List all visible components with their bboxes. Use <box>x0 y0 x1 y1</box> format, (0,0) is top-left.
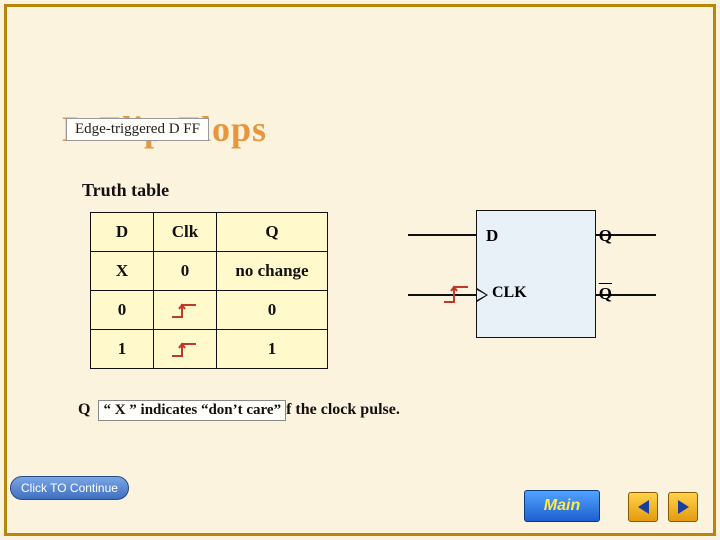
footnote: Q “ X ” indicates “don’t care”f the cloc… <box>78 400 400 421</box>
cell-clk <box>154 291 217 330</box>
footnote-box: “ X ” indicates “don’t care” <box>98 400 286 421</box>
cell-clk: 0 <box>154 252 217 291</box>
slide-subtitle-box: Edge-triggered D FF <box>66 118 209 141</box>
table-row: 0 0 <box>91 291 328 330</box>
cell-q: 1 <box>217 330 328 369</box>
arrow-left-icon <box>638 500 649 514</box>
title-area: D Flip-Flops Edge-triggered D FF <box>62 108 267 150</box>
pin-label-d: D <box>486 226 498 246</box>
rising-edge-icon <box>170 340 200 360</box>
footnote-tail: f the clock pulse. <box>286 401 400 418</box>
pin-label-q: Q <box>599 226 612 246</box>
truth-table: D Clk Q X 0 no change 0 0 1 1 <box>90 212 328 369</box>
continue-button[interactable]: Click TO Continue <box>10 476 129 500</box>
prev-button[interactable] <box>628 492 658 522</box>
cell-q: 0 <box>217 291 328 330</box>
rising-edge-icon <box>442 282 472 306</box>
wire-d <box>408 234 476 236</box>
cell-d: X <box>91 252 154 291</box>
cell-d: 0 <box>91 291 154 330</box>
truth-table-heading: Truth table <box>82 180 169 201</box>
rising-edge-icon <box>170 301 200 321</box>
cell-d: 1 <box>91 330 154 369</box>
pin-label-qbar: Q <box>599 284 612 304</box>
table-row: 1 1 <box>91 330 328 369</box>
arrow-right-icon <box>678 500 689 514</box>
header-clk: Clk <box>154 213 217 252</box>
table-row: D Clk Q <box>91 213 328 252</box>
clock-triangle-fill <box>477 290 486 300</box>
next-button[interactable] <box>668 492 698 522</box>
cell-q: no change <box>217 252 328 291</box>
flip-flop-diagram: D Q CLK Q <box>446 210 624 336</box>
table-row: X 0 no change <box>91 252 328 291</box>
cell-clk <box>154 330 217 369</box>
pin-label-clk: CLK <box>492 284 527 302</box>
footnote-q: Q <box>78 401 90 418</box>
header-q: Q <box>217 213 328 252</box>
header-d: D <box>91 213 154 252</box>
main-button[interactable]: Main <box>524 490 600 522</box>
